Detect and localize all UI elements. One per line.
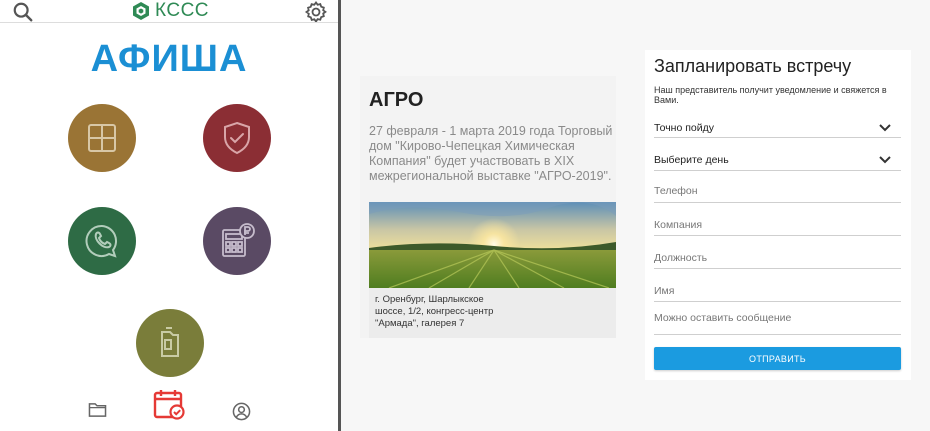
day-select[interactable]: Выберите день <box>654 148 901 171</box>
event-description: 27 февраля - 1 марта 2019 года Торговый … <box>369 124 613 183</box>
tile-calculator[interactable] <box>203 207 271 275</box>
calendar-check-icon[interactable] <box>153 388 185 424</box>
submit-button[interactable]: ОТПРАВИТЬ <box>654 347 901 370</box>
phone-placeholder: Телефон <box>654 185 698 197</box>
position-field[interactable]: Должность <box>654 246 901 269</box>
brand-logo: КССС <box>131 0 209 22</box>
logo-hexagon-icon <box>133 2 149 20</box>
day-value: Выберите день <box>654 154 729 166</box>
company-placeholder: Компания <box>654 219 703 231</box>
tile-phone[interactable] <box>68 207 136 275</box>
user-circle-icon[interactable] <box>232 402 251 425</box>
canister-icon <box>161 327 179 357</box>
search-icon[interactable] <box>12 1 34 23</box>
page-title: АФИША <box>90 38 248 80</box>
event-address: г. Оренбург, Шарлыкское шоссе, 1/2, конг… <box>369 288 616 338</box>
chevron-down-icon <box>879 124 891 132</box>
event-image <box>369 202 616 288</box>
chevron-down-icon <box>879 156 891 164</box>
calculator-ruble-icon <box>222 223 255 257</box>
shield-check-icon <box>224 121 250 155</box>
phone-field[interactable]: Телефон <box>654 179 901 203</box>
name-placeholder: Имя <box>654 285 675 297</box>
message-placeholder: Можно оставить сообщение <box>654 312 792 324</box>
gear-icon[interactable] <box>304 0 328 24</box>
event-title: АГРО <box>369 89 424 111</box>
message-field[interactable]: Можно оставить сообщение <box>654 308 901 335</box>
address-line: г. Оренбург, Шарлыкское <box>375 294 484 305</box>
folder-icon[interactable] <box>88 401 107 422</box>
form-title: Запланировать встречу <box>654 56 852 76</box>
company-field[interactable]: Компания <box>654 213 901 236</box>
attendance-value: Точно пойду <box>654 122 714 134</box>
tile-shield[interactable] <box>203 104 271 172</box>
attendance-select[interactable]: Точно пойду <box>654 116 901 138</box>
form-subtitle: Наш представитель получит уведомление и … <box>654 85 887 105</box>
position-placeholder: Должность <box>654 252 708 264</box>
mobile-panel: КССС АФИША <box>0 0 338 431</box>
header-divider <box>0 22 338 23</box>
phone-chat-icon <box>85 224 117 258</box>
name-field[interactable]: Имя <box>654 279 901 302</box>
grid-icon <box>88 124 116 152</box>
address-line: "Армада", галерея 7 <box>375 318 465 329</box>
address-line: шоссе, 1/2, конгресс-центр <box>375 306 494 317</box>
tile-canister[interactable] <box>136 309 204 377</box>
tile-grid[interactable] <box>68 104 136 172</box>
logo-text: КССС <box>155 0 210 21</box>
